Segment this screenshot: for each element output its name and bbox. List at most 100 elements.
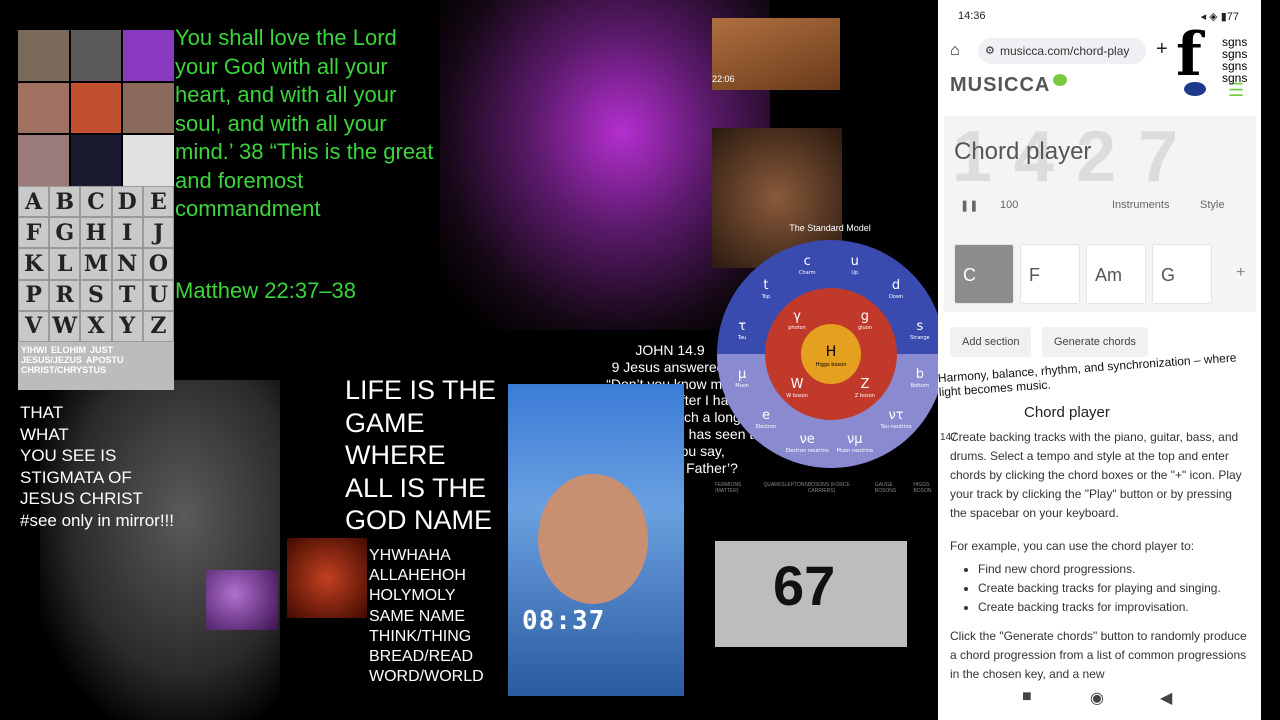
standard-model-title: The Standard Model <box>789 223 871 233</box>
boson-name: Z boson <box>855 393 875 399</box>
list-item: Create backing tracks for playing and si… <box>978 579 1250 598</box>
stigmata-line: #see only in mirror!!! <box>20 510 174 530</box>
status-icons: ◂ ◈ ▮77 <box>1200 11 1239 23</box>
description-body: 147 Create backing tracks with the piano… <box>940 428 1250 698</box>
alphabet-letter: T <box>111 279 143 311</box>
list-item: Create backing tracks for improvisation. <box>978 598 1250 617</box>
tempo-field[interactable]: 100 <box>1000 199 1018 211</box>
chord-box-4[interactable]: G <box>1152 244 1212 304</box>
boson-symbol: g <box>861 309 869 324</box>
particle-symbol: ντ <box>889 408 904 423</box>
life-line: LIFE IS THE <box>345 375 497 405</box>
alphabet-letter: W <box>49 310 81 342</box>
word-line: ALLAHEHOH <box>369 567 466 585</box>
particle-symbol: d <box>892 278 900 293</box>
chord-player-title: Chord player <box>954 138 1092 165</box>
particle-name: Charm <box>799 270 816 276</box>
musicca-logo[interactable]: MUSICCA <box>950 74 1068 97</box>
use-list: Find new chord progressions. Create back… <box>950 560 1250 617</box>
generate-chords-button[interactable]: Generate chords <box>1042 327 1148 357</box>
name-label: JESUS/JEZUS <box>21 355 83 365</box>
particle-symbol: c <box>804 254 811 269</box>
site-info-icon[interactable]: ⚙ <box>985 38 995 64</box>
life-line: GOD NAME <box>345 505 493 535</box>
alphabet-letter: D <box>111 186 143 218</box>
home-button[interactable]: ◉ <box>1090 688 1104 708</box>
thumbnail-grid <box>18 30 174 186</box>
alphabet-grid: ABCDE FGHIJ KLMNO PRSTU VWXYZ <box>18 186 174 342</box>
alphabet-letter: M <box>80 248 112 280</box>
alphabet-letter: V <box>18 310 50 342</box>
stigmata-line: STIGMATA OF <box>20 467 132 487</box>
chord-box-2[interactable]: F <box>1020 244 1080 304</box>
thumbnail <box>18 30 69 81</box>
add-section-button[interactable]: Add section <box>950 327 1032 357</box>
thumbnail <box>123 30 174 81</box>
add-chord-button[interactable]: + <box>1236 264 1245 282</box>
selfie-clock: 08:37 <box>522 606 606 636</box>
word-line: HOLYMOLY <box>369 587 456 605</box>
alphabet-letter: C <box>80 186 112 218</box>
thumbnail <box>70 135 122 186</box>
name-label: YIHWI <box>21 345 47 355</box>
new-tab-icon[interactable]: + <box>1156 38 1168 61</box>
stigmata-line: YOU SEE IS <box>20 446 117 465</box>
browser-url-bar: ⌂ ⚙ musicca.com/chord-play + <box>938 34 1261 68</box>
alphabet-letter: P <box>18 279 50 311</box>
recent-apps-button[interactable]: ■ <box>1022 688 1032 706</box>
home-icon[interactable]: ⌂ <box>950 42 960 60</box>
player-controls: ❚❚ 100 Instruments Style <box>954 191 1244 221</box>
particle-name: Top <box>761 294 770 300</box>
alphabet-letter: O <box>142 248 174 280</box>
legend-entry: QUARKS <box>763 482 785 488</box>
face-image <box>538 474 648 604</box>
stigmata-line: JESUS CHRIST <box>20 489 143 508</box>
alphabet-letter: N <box>111 248 143 280</box>
name-label: JUST <box>90 345 114 355</box>
fire-image <box>287 538 367 618</box>
stigmata-line: WHAT <box>20 424 69 444</box>
boson-name: gluon <box>858 325 872 331</box>
higgs-symbol: H <box>826 344 837 360</box>
particle-name: Muon neutrino <box>837 448 873 454</box>
thumbnail <box>18 135 69 186</box>
chord-player-subtitle: Chord player <box>1024 404 1110 421</box>
thumbnail <box>123 82 174 134</box>
particle-name: Electron <box>756 424 777 430</box>
life-line: GAME <box>345 407 425 438</box>
description-paragraph-3: Click the "Generate chords" button to ra… <box>950 629 1247 681</box>
pause-button[interactable]: ❚❚ <box>960 199 978 212</box>
word-line: THINK/THING <box>369 627 472 645</box>
alphabet-letter: R <box>49 279 81 311</box>
url-field[interactable]: ⚙ musicca.com/chord-play <box>978 38 1146 64</box>
chord-boxes: C F Am G + <box>954 244 1252 304</box>
fsgn-logo-stack: sgns sgns sgns sgns <box>1222 36 1247 84</box>
alphabet-letter: H <box>80 217 112 249</box>
life-is-the-game-text: LIFE IS THE GAME WHERE ALL IS THE GOD NAME <box>345 374 496 537</box>
status-bar: 14:36 ◂ ◈ ▮77 <box>938 0 1261 34</box>
word-line: YHWHAHA <box>369 547 451 564</box>
boson-name: photon <box>788 325 806 331</box>
fsgn-logo: f <box>1176 20 1202 90</box>
chord-box-1[interactable]: C <box>954 244 1014 304</box>
back-button[interactable]: ◀ <box>1160 688 1172 708</box>
style-button[interactable]: Style <box>1200 199 1224 211</box>
life-line: ALL IS THE <box>345 472 487 503</box>
description-paragraph-1: Create backing tracks with the piano, gu… <box>950 430 1242 520</box>
status-time: 14:36 <box>958 10 986 22</box>
legend-entry: LEPTONS <box>784 482 808 488</box>
instruments-button[interactable]: Instruments <box>1112 199 1169 211</box>
alphabet-letter: G <box>49 217 81 249</box>
rock-image: 22:06 <box>712 18 840 90</box>
boson-symbol: W <box>791 377 804 392</box>
selfie-photo: 08:37 <box>508 384 684 696</box>
particle-name: Strange <box>910 335 930 341</box>
particle-name: Tau neutrino <box>879 424 911 430</box>
alphabet-letter: Y <box>111 310 143 342</box>
stigmata-text: THAT WHAT YOU SEE IS STIGMATA OF JESUS CHRIS… <box>20 402 174 531</box>
description-paragraph-2: For example, you can use the chord playe… <box>950 539 1195 553</box>
verse-text: You shall love the Lord your God with al… <box>175 25 434 221</box>
word-line: SAME NAME <box>369 607 466 625</box>
chord-box-3[interactable]: Am <box>1086 244 1146 304</box>
life-line: WHERE <box>345 440 446 470</box>
